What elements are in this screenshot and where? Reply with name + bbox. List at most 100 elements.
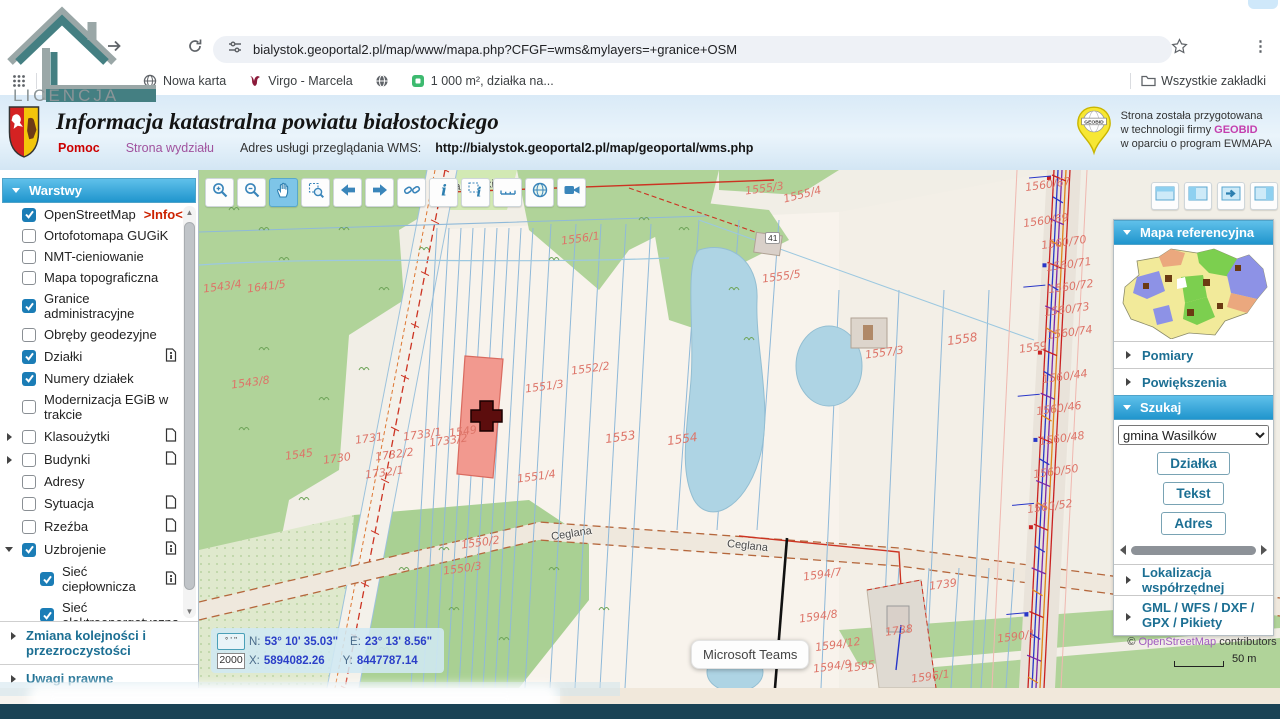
- info-document-icon[interactable]: [165, 541, 177, 558]
- document-icon[interactable]: [165, 518, 177, 535]
- bookmark-globe[interactable]: [375, 74, 389, 88]
- globe-button[interactable]: [525, 178, 554, 207]
- bookmark-nowa-karta[interactable]: Nowa karta: [143, 74, 226, 88]
- chevron-right-icon[interactable]: [7, 433, 12, 441]
- scale-denominator[interactable]: 2000: [217, 653, 245, 669]
- gmina-select[interactable]: gmina Wasilków: [1118, 425, 1269, 445]
- layer-item-numery-działek[interactable]: Numery działek: [0, 368, 183, 389]
- layer-item-obręby-geodezyjne[interactable]: Obręby geodezyjne: [0, 324, 183, 345]
- forward-icon[interactable]: [105, 37, 123, 60]
- geobid-link[interactable]: GEOBID: [1214, 124, 1257, 136]
- layer-item-działki[interactable]: Działki: [0, 345, 183, 368]
- layer-item-sieć-ciepłownicza[interactable]: Sieć ciepłownicza: [0, 561, 183, 597]
- layer-item-klasoużytki[interactable]: Klasoużytki: [0, 425, 183, 448]
- info-area-button[interactable]: i: [461, 178, 490, 207]
- layer-item-adresy[interactable]: Adresy: [0, 471, 183, 492]
- layer-checkbox[interactable]: [22, 229, 36, 243]
- layer-checkbox[interactable]: [22, 208, 36, 222]
- layer-item-granice-administracyjne[interactable]: Granice administracyjne: [0, 288, 183, 324]
- scroll-up-icon[interactable]: ▲: [183, 208, 196, 217]
- adres-button[interactable]: Adres: [1161, 512, 1225, 535]
- next-view-button[interactable]: [365, 178, 394, 207]
- bookmark-virgo[interactable]: Virgo - Marcela: [248, 74, 353, 88]
- previous-view-button[interactable]: [333, 178, 362, 207]
- pomoc-link[interactable]: Pomoc: [58, 141, 100, 155]
- layer-checkbox[interactable]: [22, 475, 36, 489]
- search-horizontal-scrollbar[interactable]: [1120, 544, 1267, 556]
- lokalizacja-section[interactable]: Lokalizacja współrzędnej: [1114, 564, 1273, 595]
- layer-item-ortofotomapa-gugik[interactable]: Ortofotomapa GUGiK: [0, 225, 183, 246]
- layer-item-nmt-cieniowanie[interactable]: NMT-cieniowanie: [0, 246, 183, 267]
- layers-panel-header[interactable]: Warstwy: [2, 178, 196, 203]
- map-viewport[interactable]: 1555/31555/41556/11555/515581557/31552/2…: [199, 170, 1280, 688]
- layer-checkbox[interactable]: [22, 497, 36, 511]
- layer-checkbox[interactable]: [22, 271, 36, 285]
- layout-map-button[interactable]: [1151, 182, 1179, 210]
- info-document-icon[interactable]: [165, 571, 177, 588]
- layer-checkbox[interactable]: [22, 520, 36, 534]
- layout-hide-panel-button[interactable]: [1217, 182, 1245, 210]
- layer-item-uzbrojenie[interactable]: Uzbrojenie: [0, 538, 183, 561]
- url-bar[interactable]: bialystok.geoportal2.pl/map/www/mapa.php…: [213, 36, 1172, 63]
- layer-item-modernizacja-egib-w-trakcie[interactable]: Modernizacja EGiB w trakcie: [0, 389, 183, 425]
- layer-checkbox[interactable]: [22, 328, 36, 342]
- sidebar-scrollbar[interactable]: ▲ ▼: [183, 206, 196, 618]
- powiekszenia-section[interactable]: Powiększenia: [1114, 368, 1273, 395]
- zoom-in-button[interactable]: [205, 178, 234, 207]
- layer-info-link[interactable]: >Info<: [144, 207, 183, 222]
- zoom-window-button[interactable]: [301, 178, 330, 207]
- szukaj-header[interactable]: Szukaj: [1114, 395, 1273, 420]
- reference-map[interactable]: [1114, 245, 1273, 341]
- document-icon[interactable]: [165, 428, 177, 445]
- layer-checkbox[interactable]: [40, 572, 54, 586]
- zoom-out-button[interactable]: [237, 178, 266, 207]
- link-button[interactable]: [397, 178, 426, 207]
- layer-checkbox[interactable]: [22, 299, 36, 313]
- layer-item-sytuacja[interactable]: Sytuacja: [0, 492, 183, 515]
- menu-kebab-icon[interactable]: ⋮: [1253, 37, 1268, 55]
- reload-icon[interactable]: [186, 37, 204, 60]
- layout-left-panel-button[interactable]: [1184, 182, 1212, 210]
- scroll-right-icon[interactable]: [1261, 545, 1267, 555]
- dzialka-button[interactable]: Działka: [1157, 452, 1230, 475]
- gml-section[interactable]: GML / WFS / DXF / GPX / Pikiety: [1114, 595, 1273, 635]
- layer-checkbox[interactable]: [22, 350, 36, 364]
- hscroll-thumb[interactable]: [1131, 546, 1256, 555]
- layer-checkbox[interactable]: [22, 430, 36, 444]
- star-icon[interactable]: [1171, 38, 1188, 60]
- layer-order-link[interactable]: Zmiana kolejności i przezroczystości: [0, 621, 198, 664]
- layer-checkbox[interactable]: [40, 608, 54, 621]
- scroll-left-icon[interactable]: [1120, 545, 1126, 555]
- document-icon[interactable]: [165, 451, 177, 468]
- measure-button[interactable]: [493, 178, 522, 207]
- layer-item-sieć-elektroenergetyczna[interactable]: Sieć elektroenergetyczna: [0, 597, 183, 621]
- layout-right-panel-button[interactable]: [1250, 182, 1278, 210]
- url-text[interactable]: bialystok.geoportal2.pl/map/www/mapa.php…: [253, 42, 737, 57]
- layer-checkbox[interactable]: [22, 400, 36, 414]
- layer-item-rzeźba[interactable]: Rzeźba: [0, 515, 183, 538]
- tekst-button[interactable]: Tekst: [1163, 482, 1223, 505]
- strona-wydzialu-link[interactable]: Strona wydziału: [126, 141, 214, 155]
- site-settings-icon[interactable]: [227, 39, 243, 60]
- chevron-right-icon[interactable]: [7, 456, 12, 464]
- dms-format-button[interactable]: ° ' ": [217, 633, 245, 650]
- openstreetmap-link[interactable]: OpenStreetMap: [1138, 636, 1216, 648]
- camera-button[interactable]: [557, 178, 586, 207]
- document-icon[interactable]: [165, 495, 177, 512]
- layer-item-mapa-topograficzna[interactable]: Mapa topograficzna: [0, 267, 183, 288]
- pan-button[interactable]: [269, 178, 298, 207]
- layer-checkbox[interactable]: [22, 372, 36, 386]
- apps-grid-icon[interactable]: [12, 74, 26, 88]
- teams-notification[interactable]: Microsoft Teams: [691, 640, 809, 669]
- info-document-icon[interactable]: [165, 348, 177, 365]
- scroll-down-icon[interactable]: ▼: [183, 607, 196, 616]
- layer-checkbox[interactable]: [22, 250, 36, 264]
- all-bookmarks-button[interactable]: Wszystkie zakładki: [1141, 74, 1266, 88]
- layer-item-budynki[interactable]: Budynki: [0, 448, 183, 471]
- pomiary-section[interactable]: Pomiary: [1114, 341, 1273, 368]
- chevron-down-icon[interactable]: [5, 547, 13, 552]
- layer-checkbox[interactable]: [22, 453, 36, 467]
- layer-checkbox[interactable]: [22, 543, 36, 557]
- layer-item-openstreetmap[interactable]: OpenStreetMap>Info<: [0, 204, 183, 225]
- reference-map-header[interactable]: Mapa referencyjna: [1114, 220, 1273, 245]
